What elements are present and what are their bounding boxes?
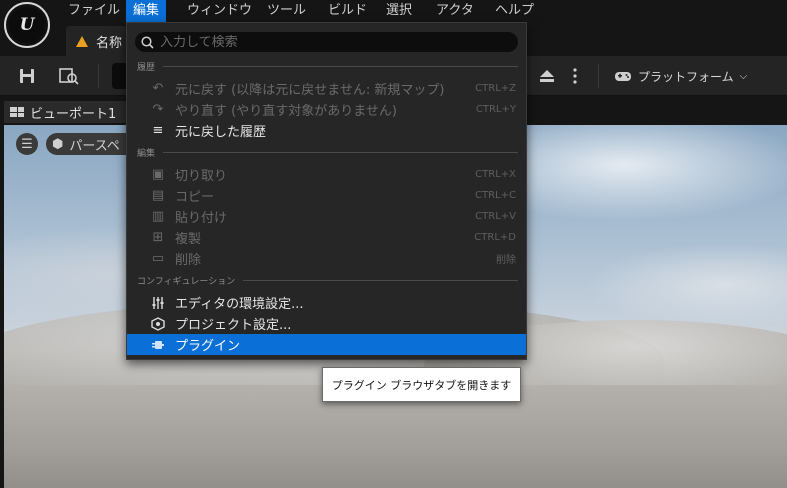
section-header-configuration: コンフィギュレーション [137, 273, 518, 287]
chevron-down-icon: ⌵ [739, 70, 748, 82]
viewport-options-button[interactable]: ☰ [16, 133, 38, 155]
menu-tools[interactable]: ツール [260, 0, 313, 22]
tooltip-text: プラグイン ブラウザタブを開きます [331, 378, 512, 392]
menu-search-input[interactable] [160, 34, 500, 50]
perspective-button[interactable]: ⬢ パースペ [46, 133, 128, 155]
menu-item-duplicate[interactable]: ⊞ 複製 CTRL+D [127, 227, 526, 248]
viewport-tab[interactable]: ビューポート1 [4, 101, 126, 123]
trash-icon: ▭ [151, 251, 165, 266]
cube-icon: ⬢ [52, 136, 64, 152]
history-icon: ≡ [152, 123, 164, 138]
menu-window[interactable]: ウィンドウ [180, 0, 259, 22]
menu-item-undo-history[interactable]: ≡ 元に戻した履歴 [127, 120, 526, 141]
level-tab[interactable]: 名称 [66, 26, 128, 56]
undo-icon: ↶ [152, 81, 164, 96]
warning-icon [76, 35, 88, 47]
edit-menu-dropdown: 履歴 ↶ 元に戻す (以降は元に戻せません: 新規マップ) CTRL+Z ↷ や… [126, 22, 527, 360]
project-settings-icon [150, 316, 166, 332]
menu-item-copy[interactable]: ▤ コピー CTRL+C [127, 185, 526, 206]
menu-item-plugins[interactable]: プラグイン [127, 334, 526, 355]
redo-icon: ↷ [152, 102, 164, 117]
menu-item-paste[interactable]: ▥ 貼り付け CTRL+V [127, 206, 526, 227]
menu-item-project-settings[interactable]: プロジェクト設定... [127, 313, 526, 334]
menu-item-editor-preferences[interactable]: エディタの環境設定... [127, 292, 526, 313]
save-icon[interactable] [16, 65, 38, 87]
unreal-logo-icon[interactable]: U [4, 2, 50, 48]
plugins-tooltip: プラグイン ブラウザタブを開きます [322, 367, 521, 402]
sliders-icon [150, 295, 166, 311]
paste-icon: ▥ [151, 209, 165, 224]
search-icon [141, 35, 154, 49]
main-menubar: ファイル 編集 ウィンドウ ツール ビルド 選択 アクタ ヘルプ [0, 0, 787, 22]
perspective-label: パースペ [69, 138, 120, 154]
menu-search-box[interactable] [135, 32, 518, 52]
mode-selector-button[interactable] [112, 63, 126, 89]
layout-grid-icon [10, 107, 24, 117]
menu-item-cut[interactable]: ▣ 切り取り CTRL+X [127, 164, 526, 185]
level-tab-label: 名称 [96, 35, 123, 51]
duplicate-icon: ⊞ [152, 230, 164, 245]
platforms-button[interactable]: プラットフォーム ⌵ [614, 66, 747, 86]
section-header-edit: 編集 [137, 145, 518, 159]
menu-build[interactable]: ビルド [321, 0, 374, 22]
gamepad-icon [615, 72, 631, 81]
menu-file[interactable]: ファイル [61, 0, 127, 22]
menu-actor[interactable]: アクタ [429, 0, 481, 22]
eject-icon[interactable] [536, 65, 558, 87]
section-header-history: 履歴 [137, 59, 518, 73]
cut-icon: ▣ [151, 167, 165, 182]
platforms-label: プラットフォーム [638, 69, 734, 84]
menu-item-delete[interactable]: ▭ 削除 削除 [127, 248, 526, 269]
toolbar-divider [598, 64, 599, 88]
copy-icon: ▤ [151, 188, 165, 203]
menu-item-undo[interactable]: ↶ 元に戻す (以降は元に戻せません: 新規マップ) CTRL+Z [127, 78, 526, 99]
plugin-icon [150, 337, 166, 353]
menu-help[interactable]: ヘルプ [488, 0, 541, 22]
menu-edit[interactable]: 編集 [126, 0, 167, 22]
hamburger-icon: ☰ [21, 136, 33, 152]
toolbar-divider [98, 64, 99, 88]
menu-select[interactable]: 選択 [379, 0, 419, 22]
menu-item-redo[interactable]: ↷ やり直す (やり直す対象がありません) CTRL+Y [127, 99, 526, 120]
viewport-tab-label: ビューポート1 [30, 106, 117, 122]
more-options-icon[interactable] [564, 65, 586, 87]
content-browser-icon[interactable] [58, 65, 80, 87]
